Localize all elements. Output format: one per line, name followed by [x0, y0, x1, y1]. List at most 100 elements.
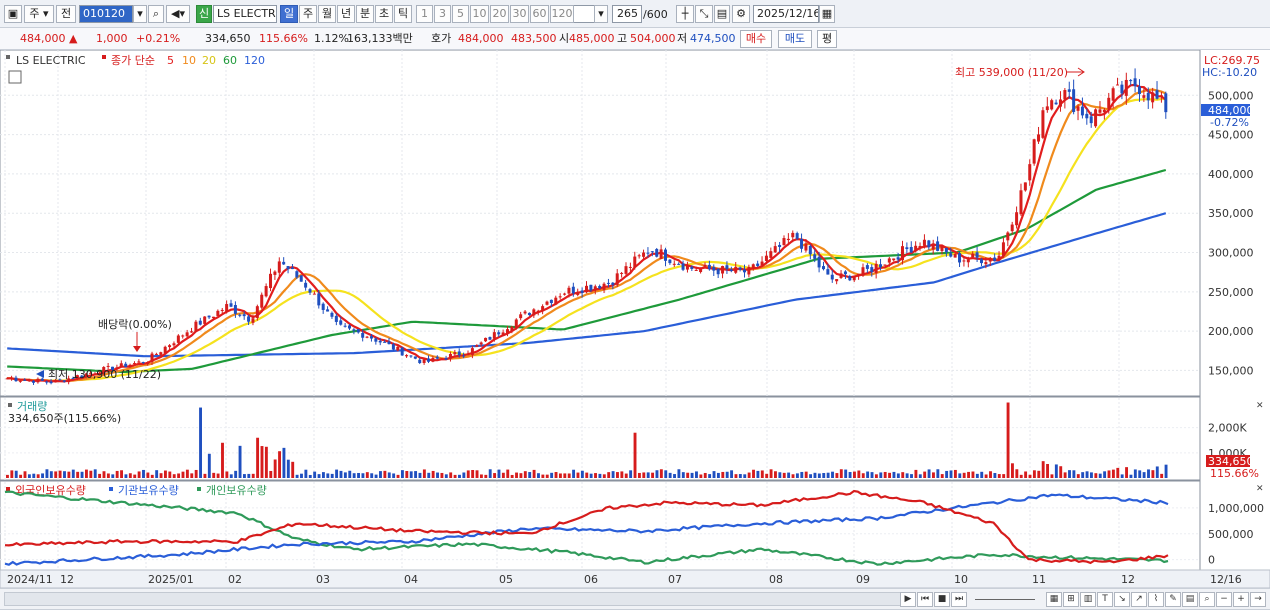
candle-icon[interactable]: ┼	[676, 5, 694, 23]
volume-bar	[932, 472, 935, 478]
stock-code-input[interactable]: 010120	[79, 5, 133, 23]
period-button-4[interactable]: 분	[356, 5, 374, 23]
candle-body	[826, 269, 830, 275]
volume-bar	[466, 470, 470, 478]
volume-bar	[238, 445, 242, 478]
layout-icon[interactable]: ▦	[1046, 592, 1062, 607]
volume-bar	[1085, 471, 1089, 478]
candle-body	[756, 263, 760, 266]
prev-mode-button[interactable]: 전	[56, 5, 76, 23]
interval-button-30[interactable]: 30	[510, 5, 529, 23]
volume-bar	[1133, 469, 1137, 478]
save-icon[interactable]: ▤	[714, 5, 730, 23]
line-icon[interactable]: ↘	[1114, 592, 1130, 607]
candle-body	[45, 381, 49, 383]
volume-bar	[598, 473, 602, 478]
period-button-1[interactable]: 주	[299, 5, 317, 23]
last-icon[interactable]: ⏭	[951, 592, 967, 607]
zoom-slider[interactable]	[975, 599, 1035, 600]
volume-bar	[475, 470, 479, 478]
volume-bar	[554, 472, 558, 478]
volume-bar	[791, 474, 795, 478]
text-icon[interactable]: T	[1097, 592, 1113, 607]
eval-button[interactable]: 평	[817, 30, 837, 48]
candle-body	[229, 303, 233, 307]
volume-bar	[414, 471, 418, 478]
speaker-icon[interactable]: ◀▾	[166, 5, 190, 23]
volume-bar	[352, 473, 356, 478]
candle-body	[40, 378, 44, 381]
volume-bar	[545, 474, 549, 478]
candle-body	[966, 259, 970, 263]
volume-bar	[229, 474, 233, 478]
candle-body	[984, 262, 988, 265]
buy-button[interactable]: 매수	[740, 30, 772, 48]
scroll-right-icon[interactable]: ▶	[900, 592, 916, 607]
fib-icon[interactable]: ⌇	[1148, 592, 1164, 607]
candle-body	[821, 266, 825, 270]
candle-body	[119, 363, 123, 368]
volume-bar	[782, 472, 786, 478]
volume-bar	[1076, 474, 1080, 478]
magnify-icon[interactable]: ⌕	[1199, 592, 1215, 607]
zoom-in-icon[interactable]: +	[1233, 592, 1249, 607]
table-toggle-icon[interactable]	[8, 70, 22, 84]
volume-bar	[115, 470, 119, 478]
draw-icon[interactable]: ↗	[1131, 592, 1147, 607]
candle-body	[369, 336, 373, 339]
edit-icon[interactable]: ✎	[1165, 592, 1181, 607]
candle-body	[1050, 100, 1054, 110]
sell-button[interactable]: 매도	[778, 30, 812, 48]
period-button-5[interactable]: 초	[375, 5, 393, 23]
holding-close-icon[interactable]: ✕	[1256, 484, 1264, 494]
stock-name-field[interactable]: LS ELECTRI	[213, 5, 277, 23]
gear-icon[interactable]: ⚙	[732, 5, 750, 23]
volume-bar	[418, 472, 422, 478]
bar-count-input[interactable]: 265	[612, 5, 642, 23]
window-icon[interactable]: ▣	[4, 5, 22, 23]
interval-button-20[interactable]: 20	[490, 5, 509, 23]
volume-bar	[431, 470, 435, 478]
volume-bar	[405, 471, 409, 478]
bar-icon[interactable]: ▥	[1080, 592, 1096, 607]
interval-button-1[interactable]: 1	[416, 5, 433, 23]
calendar-icon[interactable]: ▦	[819, 5, 835, 23]
period-mode-select[interactable]: 주 ▾	[24, 5, 54, 23]
link-icon[interactable]: ⊞	[1063, 592, 1079, 607]
chart-scrollbar[interactable]	[4, 592, 904, 606]
stop-icon[interactable]: ■	[934, 592, 950, 607]
x-tick-label: 06	[584, 573, 598, 586]
crosshair-icon[interactable]: ⤡	[695, 5, 713, 23]
arrow-icon[interactable]: →	[1250, 592, 1266, 607]
candle-body	[1001, 242, 1005, 257]
code-dropdown-icon[interactable]: ▾	[133, 5, 147, 23]
period-button-6[interactable]: 틱	[394, 5, 412, 23]
period-button-0[interactable]: 일	[280, 5, 298, 23]
candle-body	[1107, 97, 1111, 109]
price-tick-label: 450,000	[1208, 129, 1254, 142]
grid-icon[interactable]: ▤	[1182, 592, 1198, 607]
volume-bar	[989, 471, 992, 478]
zoom-out-icon[interactable]: −	[1216, 592, 1232, 607]
interval-button-5[interactable]: 5	[452, 5, 469, 23]
combo-dropdown-icon[interactable]: ▾	[594, 5, 608, 23]
dividend-annotation: 배당락(0.00%)	[98, 318, 172, 331]
volume-bar	[1160, 473, 1164, 478]
interval-button-60[interactable]: 60	[530, 5, 549, 23]
first-icon[interactable]: ⏮	[917, 592, 933, 607]
period-button-2[interactable]: 월	[318, 5, 336, 23]
volume-bar	[462, 472, 466, 478]
candle-body	[269, 273, 273, 289]
stock-chart[interactable]: LS ELECTRIC 종가 단순 5 10 20 60 120 LC:269.…	[0, 50, 1270, 588]
interval-button-10[interactable]: 10	[470, 5, 489, 23]
interval-button-120[interactable]: 120	[550, 5, 574, 23]
search-icon[interactable]: ⌕	[148, 5, 164, 23]
volume-close-icon[interactable]: ✕	[1256, 401, 1264, 411]
volume-bar	[98, 473, 102, 478]
period-button-3[interactable]: 년	[337, 5, 355, 23]
date-input[interactable]: 2025/12/16	[753, 5, 819, 23]
interval-button-3[interactable]: 3	[434, 5, 451, 23]
candle-body	[650, 251, 654, 253]
quote-bar: 484,000 ▲ 1,000 +0.21% 334,650 115.66% 1…	[0, 28, 1270, 50]
volume-bar	[901, 472, 905, 478]
